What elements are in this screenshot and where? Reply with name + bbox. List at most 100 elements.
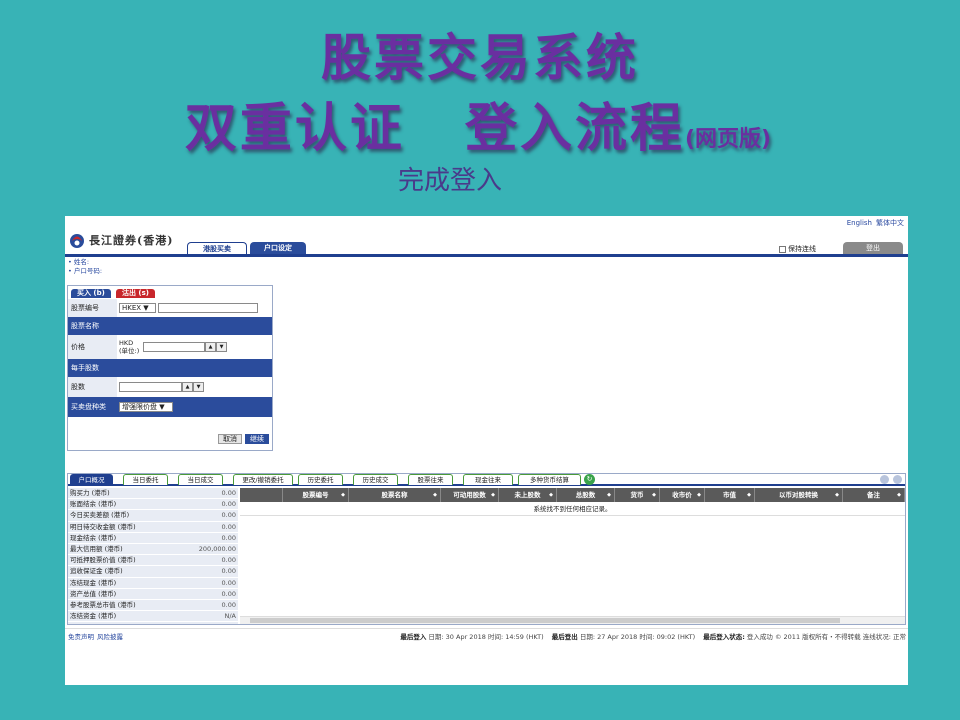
stock-code-label: 股票编号 [68,299,117,317]
sell-tab[interactable]: 沽出 (s) [116,289,156,298]
summary-label: 可抵押股票价值 (港币) [70,556,136,565]
summary-label: 今日买卖差额 (港币) [70,511,130,520]
risk-disclosure-link[interactable]: 风险披露 [97,631,123,641]
order-type-select[interactable]: 增强限价盘 ▼ [119,402,173,412]
price-down-button[interactable]: ▼ [216,342,227,352]
slide-title-line1: 股票交易系统 [321,29,639,87]
last-logout-label: 最后登出 [551,632,578,641]
grid-column-header[interactable]: 总股数 ◆ [557,488,615,502]
grid-column-header[interactable]: 股票编号 ◆ [283,488,349,502]
grid-column-label: 股票编号 [302,491,329,499]
quantity-down-button[interactable]: ▼ [193,382,204,392]
quantity-input[interactable] [119,382,182,392]
summary-label: 追收保证金 (港币) [70,567,123,576]
refresh-icon[interactable]: ↻ [584,474,595,485]
sort-icon[interactable]: ◆ [835,488,839,502]
summary-value: 0.00 [221,522,236,531]
tab-modify-cancel-order[interactable]: 更改/撤销委托 [233,474,293,485]
holdings-grid: 股票编号 ◆ 股票名称 ◆ 可动用股数 ◆ 未上股数 ◆ 总股数 ◆ 货币 ◆ 收市价 ◆ 市值 ◆ 以币对股转… [240,488,905,624]
price-currency: HKD [119,339,134,347]
keep-login-checkbox[interactable]: 保持连线 [779,244,816,254]
summary-row: 冻结现金 (港币) 0.00 [68,578,238,589]
grid-column-header[interactable]: 备注 ◆ [843,488,905,502]
scrollbar-thumb[interactable] [250,618,840,623]
summary-label: 明日待交收金额 (港币) [70,522,136,531]
tab-stock-movements[interactable]: 股票往来 [408,474,453,485]
last-login-label: 最后登入 [400,632,427,641]
grid-column-header[interactable]: 以币对股转换 ◆ [755,488,843,502]
disclaimer-link[interactable]: 免责声明 [68,631,94,641]
summary-label: 冻结资金 (港币) [70,612,117,621]
summary-row: 追收保证金 (港币) 0.00 [68,566,238,578]
exchange-select[interactable]: HKEX ▼ [119,303,156,313]
sort-icon[interactable]: ◆ [607,488,611,502]
cancel-button[interactable]: 取消 [218,434,242,444]
grid-column-header[interactable]: 收市价 ◆ [660,488,705,502]
scroll-left-icon[interactable] [880,475,889,484]
sort-icon[interactable]: ◆ [549,488,553,502]
summary-row: 明日待交收金额 (港币) 0.00 [68,522,238,533]
trading-app-window: English 繁体中文 長江證券(香港) 港股买卖 户口设定 保持连线 登出 •… [65,216,908,685]
summary-label: 购买力 (港币) [70,489,110,497]
summary-row: 购买力 (港币) 0.00 [68,488,238,500]
summary-value: 0.00 [221,489,236,497]
checkbox-icon[interactable] [779,245,786,253]
language-switch: English 繁体中文 [843,218,904,228]
broker-logo: 長江證券(香港) [69,229,173,251]
grid-column-label: 未上股数 [514,491,541,499]
sort-icon[interactable]: ◆ [433,488,437,502]
horizontal-scrollbar[interactable] [240,616,905,624]
sort-icon[interactable]: ◆ [491,488,495,502]
summary-row: 冻结资金 (港币) N/A [68,611,238,623]
quantity-up-button[interactable]: ▲ [182,382,193,392]
continue-button[interactable]: 继续 [245,434,269,444]
stock-name-label: 股票名称 [68,317,117,335]
tab-multi-currency[interactable]: 多种货币结算 [518,474,581,485]
grid-column-header[interactable]: 可动用股数 ◆ [441,488,499,502]
tab-trade-history[interactable]: 历史成交 [353,474,398,485]
price-up-button[interactable]: ▲ [205,342,216,352]
login-status-value: 登入成功 [746,632,773,641]
summary-row: 最大信用额 (港币) 200,000.00 [68,544,238,556]
tab-today-orders[interactable]: 当日委托 [123,474,168,485]
connection-status: 连线状况: 正常 [862,632,906,641]
grid-column-header[interactable]: 股票名称 ◆ [349,488,441,502]
scroll-right-icon[interactable] [893,475,902,484]
footer-bar: 免责声明 风险披露 最后登入 日期: 30 Apr 2018 时间: 14:59… [65,628,908,642]
logo-text: 長江證券(香港) [89,234,174,247]
summary-value: 0.00 [221,589,236,598]
lang-traditional-link[interactable]: 繁体中文 [876,219,904,227]
summary-row: 现金结余 (港币) 0.00 [68,533,238,544]
lang-english-link[interactable]: English [847,219,872,227]
grid-column-header[interactable]: 市值 ◆ [705,488,755,502]
stock-code-row: 股票编号 HKEX ▼ [68,299,272,317]
tab-cash-movements[interactable]: 现金往来 [463,474,513,485]
order-form: 买入 (b) 沽出 (s) 股票编号 HKEX ▼ 股票名称 价格 HKD (单… [67,285,273,451]
sort-icon[interactable]: ◆ [697,488,701,502]
price-input[interactable] [143,342,205,352]
sort-icon[interactable]: ◆ [747,488,751,502]
sort-icon[interactable]: ◆ [897,488,901,502]
sort-icon[interactable]: ◆ [341,488,345,502]
grid-header-spacer [240,488,283,502]
summary-value: 0.00 [221,556,236,565]
grid-column-label: 货币 [630,491,644,499]
summary-row: 参考股票总市值 (港币) 0.00 [68,600,238,612]
summary-label: 最大信用额 (港币) [70,544,123,553]
tab-account-summary[interactable]: 户口概况 [70,474,113,485]
summary-value: 0.00 [221,511,236,520]
sort-icon[interactable]: ◆ [652,488,656,502]
grid-column-header[interactable]: 货币 ◆ [615,488,660,502]
title-web-version: (网页版) [684,127,772,152]
summary-value: 0.00 [221,578,236,587]
account-panel: 户口概况 当日委托 当日成交 更改/撤销委托 历史委托 历史成交 股票往来 现金… [67,473,906,625]
stock-code-input[interactable] [158,303,258,313]
quantity-row: 股数 ▲ ▼ [68,377,272,397]
buy-tab[interactable]: 买入 (b) [71,289,111,298]
grid-column-header[interactable]: 未上股数 ◆ [499,488,557,502]
tab-order-history[interactable]: 历史委托 [298,474,343,485]
price-label: 价格 [68,335,117,359]
account-info: • 姓名: • 户口号码: [68,258,102,276]
copyright: © 2011 版权所有・不得转载 [774,632,861,641]
tab-today-trades[interactable]: 当日成交 [178,474,223,485]
